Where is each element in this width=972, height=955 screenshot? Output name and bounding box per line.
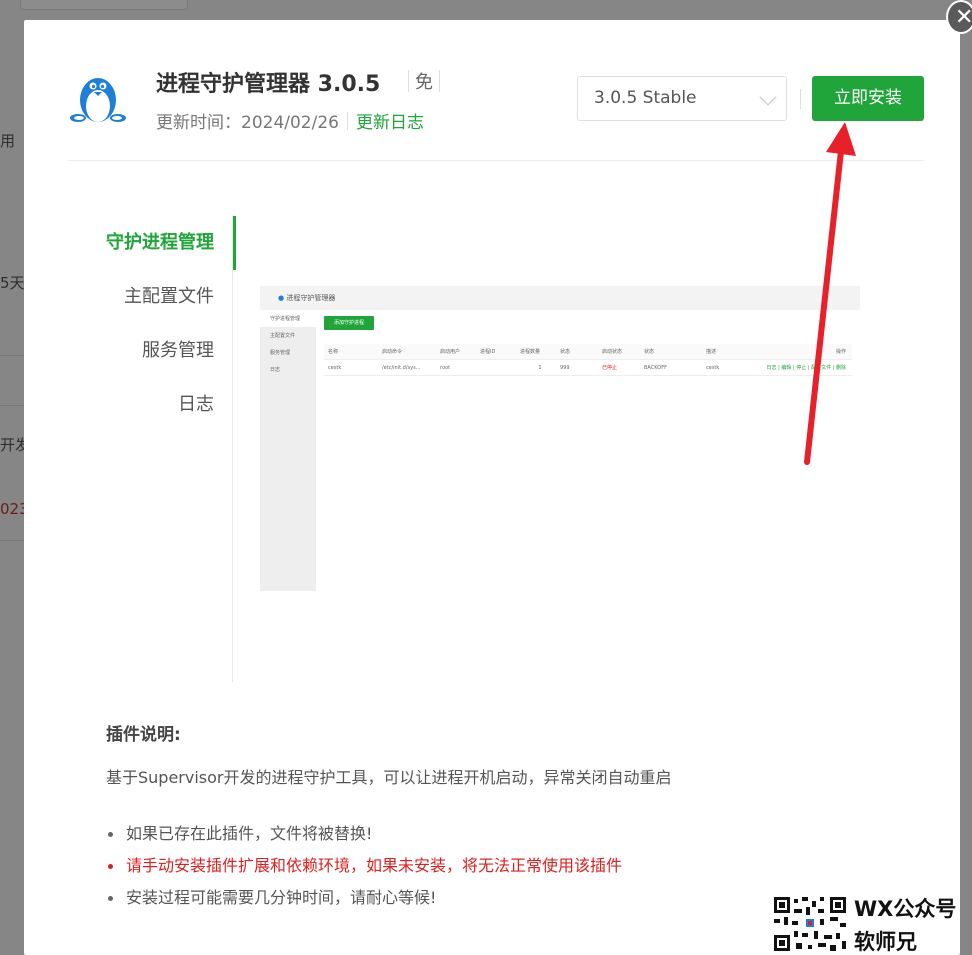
watermark-line1: WX公众号: [854, 897, 957, 921]
preview-side-item: 守护进程管理: [260, 310, 316, 327]
preview-cell: BACKOFF: [644, 364, 667, 371]
preview-cell: 已停止: [602, 365, 618, 371]
preview-side-item: 主配置文件: [270, 333, 296, 339]
preview-col: 状态: [560, 349, 571, 355]
preview-col: 进程数量: [520, 349, 541, 355]
preview-col: 进程ID: [480, 349, 496, 355]
preview-col: 操作: [835, 349, 846, 355]
plugin-install-dialog: 进程守护管理器 3.0.5 免 更新时间：2024/02/26 更新日志 3.0…: [24, 20, 960, 955]
preview-side-item: 日志: [270, 367, 281, 373]
plugin-preview-image: ● 进程守护管理器 守护进程管理 主配置文件 服务管理 日志 添加守护进程 名称…: [260, 286, 860, 591]
preview-header: ● 进程守护管理器: [260, 286, 860, 310]
preview-col: 状态: [644, 349, 655, 355]
preview-cell: /etc/init.d/sys...: [382, 364, 421, 371]
preview-cell: cestk: [328, 364, 342, 371]
preview-col: 启动命令: [382, 349, 403, 355]
free-tag: 免: [402, 68, 446, 94]
preview-penguin-icon: ●: [278, 294, 285, 302]
header-divider: [800, 89, 801, 109]
app-title: 进程守护管理器 3.0.5: [156, 72, 381, 97]
update-time: 更新时间：2024/02/26: [156, 113, 339, 133]
penguin-icon: [70, 78, 126, 122]
tab-log[interactable]: 日志: [24, 378, 234, 432]
preview-cell: cestk: [706, 364, 720, 371]
description-text: 基于Supervisor开发的进程守护工具，可以让进程开机启动，异常关闭自动重启: [106, 768, 672, 787]
preview-cell: root: [440, 364, 451, 371]
preview-cell: 日志 | 编辑 | 停止 | 配置文件 | 删除: [766, 365, 846, 371]
note-item-warning: 请手动安装插件扩展和依赖环境，如果未安装，将无法正常使用该插件: [106, 850, 622, 882]
preview-col: 启动用户: [440, 349, 461, 355]
side-tabs: 守护进程管理 主配置文件 服务管理 日志: [24, 216, 236, 432]
update-separator: [346, 111, 348, 130]
install-notes: 如果已存在此插件，文件将被替换! 请手动安装插件扩展和依赖环境，如果未安装，将无…: [106, 818, 622, 914]
preview-col: 启动状态: [602, 349, 623, 355]
dialog-header: 进程守护管理器 3.0.5 免 更新时间：2024/02/26 更新日志 3.0…: [24, 20, 960, 160]
preview-table-header: 名称 启动命令 启动用户 进程ID 进程数量 状态 启动状态 状态 描述 操作: [324, 344, 852, 360]
preview-add-button: 添加守护进程: [324, 316, 374, 330]
preview-col: 名称: [328, 349, 339, 355]
qr-code-icon: [772, 895, 848, 953]
watermark-line2: 软师兄: [854, 930, 917, 954]
note-item: 如果已存在此插件，文件将被替换!: [106, 818, 622, 850]
watermark: WX公众号 软师兄: [770, 893, 972, 955]
tab-main-config[interactable]: 主配置文件: [24, 270, 234, 324]
version-select-value: 3.0.5 Stable: [594, 88, 697, 108]
note-item: 安装过程可能需要几分钟时间，请耐心等候!: [106, 882, 622, 914]
chevron-down-icon: [759, 88, 777, 106]
preview-sidebar: 守护进程管理 主配置文件 服务管理 日志: [260, 310, 316, 591]
preview-col: 描述: [706, 349, 717, 355]
tab-service-management[interactable]: 服务管理: [24, 324, 234, 378]
preview-cell: 1: [538, 364, 542, 371]
preview-table-row: cestk /etc/init.d/sys... root 1 999 已停止 …: [324, 360, 852, 376]
tabs-divider: [232, 216, 233, 682]
preview-table: 名称 启动命令 启动用户 进程ID 进程数量 状态 启动状态 状态 描述 操作 …: [324, 344, 852, 376]
title-separator: [439, 70, 440, 92]
title-separator: [408, 70, 409, 92]
preview-title: 进程守护管理器: [286, 294, 336, 302]
header-divider-line: [68, 160, 924, 161]
update-info: 更新时间：2024/02/26 更新日志: [156, 108, 424, 133]
tab-daemon-management[interactable]: 守护进程管理: [24, 216, 236, 270]
version-select[interactable]: 3.0.5 Stable: [577, 76, 787, 121]
update-log-link[interactable]: 更新日志: [356, 108, 424, 133]
preview-cell: 999: [560, 364, 570, 371]
install-button[interactable]: 立即安装: [812, 76, 924, 121]
free-label: 免: [415, 72, 433, 93]
close-icon[interactable]: ✕: [946, 0, 972, 34]
preview-side-item: 服务管理: [270, 350, 291, 356]
description-title: 插件说明:: [106, 725, 181, 745]
